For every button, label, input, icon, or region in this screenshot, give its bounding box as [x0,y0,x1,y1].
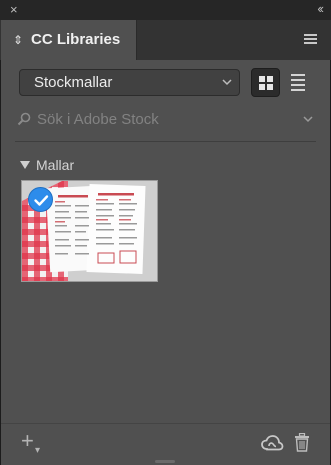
search-input[interactable] [37,109,297,129]
list-view-icon[interactable] [288,71,308,93]
panel-title-bar: × ‹‹ [0,0,331,20]
library-select-value: Stockmallar [34,74,113,91]
panel-footer: + ▾ [1,423,330,465]
divider [15,141,316,142]
group-label: Mallar [36,157,75,173]
resize-grip[interactable] [155,460,175,463]
tab-reorder-icon: ⇕ [13,33,24,47]
hamburger-menu-icon[interactable] [304,34,317,45]
collapse-panel-icon[interactable]: ‹‹ [317,2,324,16]
trash-icon[interactable] [294,433,310,452]
stock-search [15,108,315,132]
search-icon [17,112,31,126]
panel-tab-bar: ⇕ CC Libraries [0,20,331,60]
grid-view-icon[interactable] [251,68,280,97]
library-panel-body: Stockmallar Mallar [1,60,330,465]
tab-cc-libraries[interactable]: ⇕ CC Libraries [1,20,137,60]
add-content-icon[interactable]: + ▾ [21,430,40,457]
chevron-down-icon [222,79,232,86]
library-select[interactable]: Stockmallar [19,69,240,96]
creative-cloud-icon[interactable] [260,434,284,454]
disclosure-triangle-icon[interactable] [20,161,30,169]
search-options-chevron-icon[interactable] [303,114,313,124]
panel-title: CC Libraries [31,31,121,48]
selected-check-icon [28,187,53,212]
close-icon[interactable]: × [10,3,18,17]
